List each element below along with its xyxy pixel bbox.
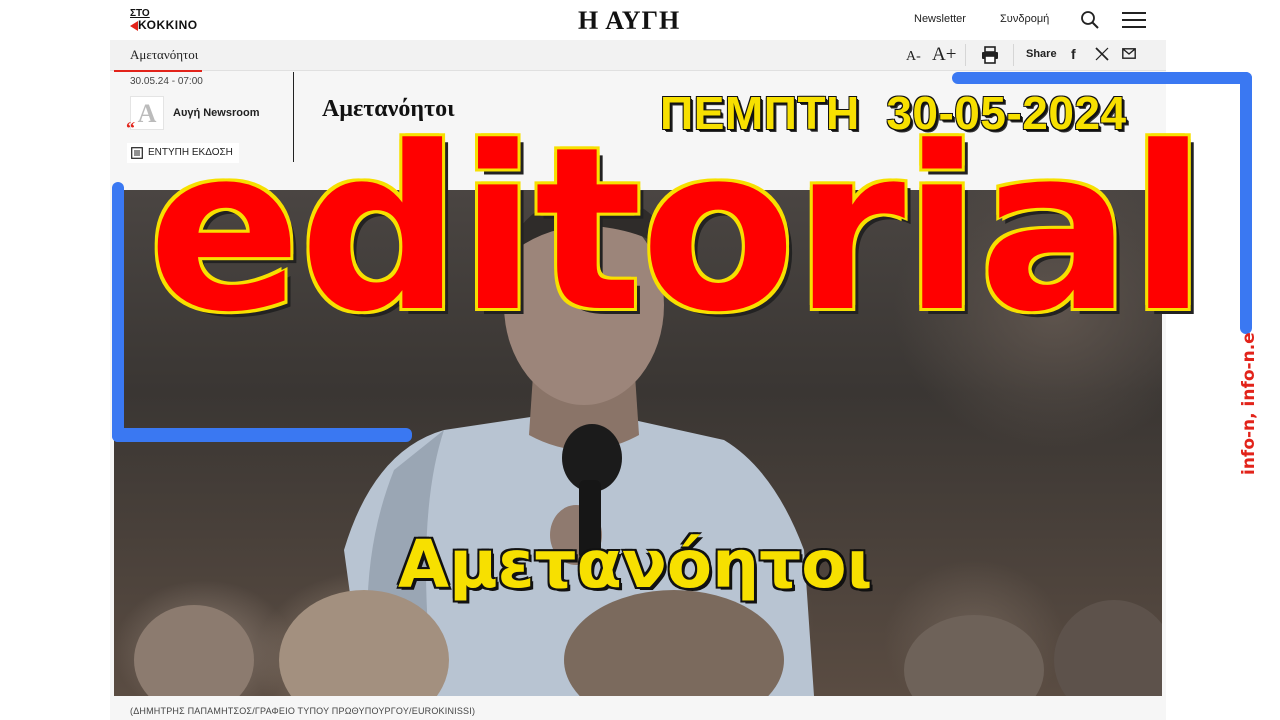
site-header: ΣΤΟ ΚΟΚΚΙΝΟ Η ΑΥΓΗ Newsletter Συνδρομή (110, 0, 1166, 40)
sto-kokkino-logo[interactable]: ΣΤΟ ΚΟΚΚΙΝΟ (130, 8, 204, 32)
blue-frame-left (112, 182, 124, 442)
menu-icon[interactable] (1122, 11, 1146, 29)
quote-icon: “ (126, 118, 135, 138)
photo-caption: (ΔΗΜΗΤΡΗΣ ΠΑΠΑΜΗΤΣΟΣ/ΓΡΑΦΕΙΟ ΤΥΠΟΥ ΠΡΩΘΥ… (130, 706, 476, 716)
blue-frame-bottom (112, 428, 412, 442)
blue-frame-right (1240, 72, 1252, 334)
print-icon[interactable] (980, 45, 1000, 65)
font-increase-button[interactable]: A+ (932, 44, 956, 66)
search-icon[interactable] (1080, 10, 1100, 30)
site-title[interactable]: Η ΑΥΓΗ (578, 6, 680, 36)
overlay-headline: editorial (148, 99, 1207, 362)
newsletter-link[interactable]: Newsletter (914, 13, 966, 25)
facebook-icon[interactable]: f (1071, 46, 1076, 62)
article-toolbar: Αμετανόητοι A- A+ Share f (110, 40, 1166, 72)
breadcrumb-underline (114, 70, 202, 72)
breadcrumb[interactable]: Αμετανόητοι (130, 47, 198, 63)
toolbar-divider (1013, 44, 1014, 66)
blue-frame-top (952, 72, 1252, 84)
share-label: Share (1026, 48, 1057, 60)
mail-icon[interactable] (1122, 48, 1136, 59)
font-decrease-button[interactable]: A- (906, 49, 921, 65)
overlay-subtitle: Αμετανόητοι (398, 526, 873, 603)
newspaper-icon (131, 147, 143, 159)
toolbar-divider (965, 44, 966, 66)
logo-line-2: ΚΟΚΚΙΝΟ (138, 18, 198, 32)
left-margin (0, 0, 110, 720)
x-icon[interactable] (1095, 47, 1109, 61)
article-date: 30.05.24 - 07:00 (130, 76, 203, 87)
watermark: info-n, info-n.e (1239, 332, 1259, 475)
subscribe-link[interactable]: Συνδρομή (1000, 13, 1049, 25)
screenshot-stage: ΣΤΟ ΚΟΚΚΙΝΟ Η ΑΥΓΗ Newsletter Συνδρομή Α… (0, 0, 1280, 720)
